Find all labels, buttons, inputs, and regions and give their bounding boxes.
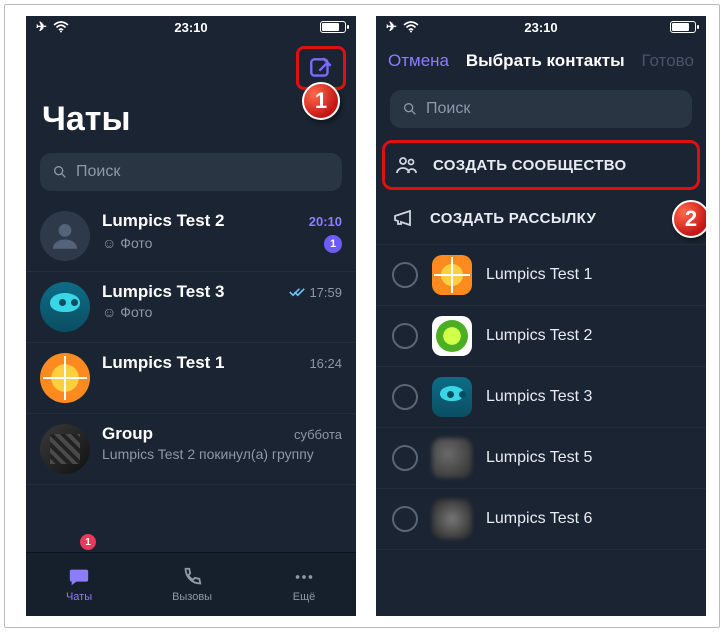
- chat-time: 20:10: [309, 214, 342, 229]
- chat-name: Lumpics Test 3: [102, 282, 225, 302]
- battery-icon: [320, 21, 346, 33]
- tab-chats[interactable]: 1 Чаты: [66, 566, 92, 603]
- tab-more[interactable]: Ещё: [292, 566, 316, 603]
- status-time: 23:10: [174, 20, 207, 35]
- chat-subtitle: Фото: [120, 235, 152, 251]
- more-icon: [292, 566, 316, 588]
- community-icon: [395, 153, 419, 177]
- avatar: [432, 316, 472, 356]
- done-button[interactable]: Готово: [641, 51, 694, 71]
- avatar: [432, 499, 472, 539]
- contact-row[interactable]: Lumpics Test 2: [376, 306, 706, 367]
- contact-name: Lumpics Test 2: [486, 327, 592, 345]
- search-input[interactable]: Поиск: [40, 153, 342, 191]
- cancel-button[interactable]: Отмена: [388, 51, 449, 71]
- chat-row[interactable]: Lumpics Test 1 16:24: [26, 343, 356, 414]
- select-checkbox[interactable]: [392, 384, 418, 410]
- chat-list: Lumpics Test 2 20:10 ☺Фото 1 Lumpics Tes…: [26, 201, 356, 552]
- tab-chats-badge: 1: [80, 534, 96, 550]
- chat-time: 16:24: [309, 356, 342, 371]
- read-check-icon: [289, 287, 305, 297]
- avatar: [432, 438, 472, 478]
- annotation-marker-1: 1: [302, 82, 340, 120]
- search-placeholder: Поиск: [426, 100, 470, 118]
- select-checkbox[interactable]: [392, 445, 418, 471]
- contact-name: Lumpics Test 3: [486, 388, 592, 406]
- contact-row[interactable]: Lumpics Test 1: [376, 245, 706, 306]
- chat-bubble-icon: [66, 566, 92, 588]
- chat-time: 17:59: [289, 285, 342, 300]
- wifi-icon: [53, 21, 69, 33]
- create-broadcast-label: СОЗДАТЬ РАССЫЛКУ: [430, 210, 596, 227]
- wifi-icon: [403, 21, 419, 33]
- modal-header: Отмена Выбрать контакты Готово: [376, 38, 706, 84]
- status-bar: ✈ 23:10: [376, 16, 706, 38]
- phone-icon: [180, 566, 204, 588]
- contact-name: Lumpics Test 1: [486, 266, 592, 284]
- airplane-icon: ✈: [386, 19, 397, 35]
- create-broadcast-button[interactable]: СОЗДАТЬ РАССЫЛКУ: [376, 192, 706, 245]
- avatar: [432, 255, 472, 295]
- contact-row[interactable]: Lumpics Test 5: [376, 428, 706, 489]
- battery-icon: [670, 21, 696, 33]
- create-community-label: СОЗДАТЬ СООБЩЕСТВО: [433, 157, 626, 174]
- tab-bar: 1 Чаты Вызовы Ещё: [26, 552, 356, 616]
- search-input[interactable]: Поиск: [390, 90, 692, 128]
- avatar: [40, 211, 90, 261]
- contact-name: Lumpics Test 6: [486, 510, 592, 528]
- phone-select-contacts-screen: ✈ 23:10 Отмена Выбрать контакты Готово П…: [376, 16, 706, 616]
- search-icon: [52, 164, 68, 180]
- unread-badge: 1: [324, 235, 342, 253]
- airplane-icon: ✈: [36, 19, 47, 35]
- chat-name: Group: [102, 424, 153, 444]
- chat-subtitle: Фото: [120, 304, 152, 320]
- avatar: [40, 282, 90, 332]
- contact-name: Lumpics Test 5: [486, 449, 592, 467]
- select-checkbox[interactable]: [392, 506, 418, 532]
- modal-title: Выбрать контакты: [466, 51, 625, 71]
- avatar: [40, 353, 90, 403]
- chat-time: суббота: [294, 427, 342, 442]
- compose-icon[interactable]: [308, 55, 334, 81]
- chat-row[interactable]: Group суббота Lumpics Test 2 покинул(а) …: [26, 414, 356, 485]
- search-placeholder: Поиск: [76, 163, 120, 181]
- search-icon: [402, 101, 418, 117]
- contact-list: Lumpics Test 1 Lumpics Test 2 Lumpics Te…: [376, 245, 706, 616]
- avatar: [40, 424, 90, 474]
- megaphone-icon: [392, 206, 416, 230]
- contact-row[interactable]: Lumpics Test 3: [376, 367, 706, 428]
- create-community-button[interactable]: СОЗДАТЬ СООБЩЕСТВО: [382, 140, 700, 190]
- chat-row[interactable]: Lumpics Test 2 20:10 ☺Фото 1: [26, 201, 356, 272]
- status-bar: ✈ 23:10: [26, 16, 356, 38]
- chat-subtitle: Lumpics Test 2 покинул(а) группу: [102, 446, 342, 462]
- chat-name: Lumpics Test 1: [102, 353, 225, 373]
- chat-name: Lumpics Test 2: [102, 211, 225, 231]
- tab-calls[interactable]: Вызовы: [172, 566, 212, 603]
- phone-chats-screen: ✈ 23:10 1 Чаты Поиск Lumpics Test 2 20:1…: [26, 16, 356, 616]
- chat-row[interactable]: Lumpics Test 3 17:59 ☺Фото: [26, 272, 356, 343]
- annotation-marker-2: 2: [672, 200, 706, 238]
- avatar: [432, 377, 472, 417]
- select-checkbox[interactable]: [392, 262, 418, 288]
- contact-row[interactable]: Lumpics Test 6: [376, 489, 706, 550]
- status-time: 23:10: [524, 20, 557, 35]
- select-checkbox[interactable]: [392, 323, 418, 349]
